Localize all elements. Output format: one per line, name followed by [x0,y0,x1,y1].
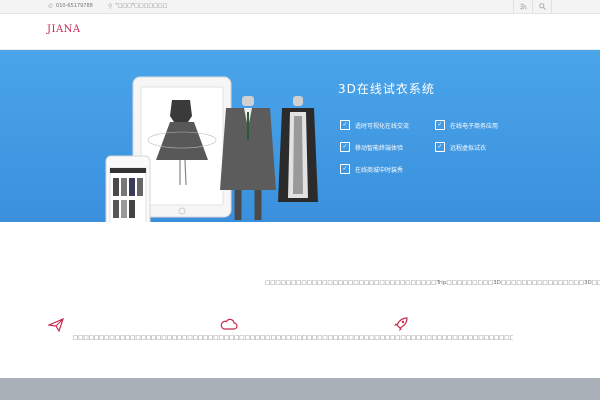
rss-button[interactable] [513,0,532,13]
checkbox-icon: ✓ [340,164,350,174]
checkbox-icon: ✓ [340,120,350,130]
search-button[interactable] [532,0,552,13]
feature-item: ✓ 远程虚拟试衣 [435,142,486,152]
map-pin-icon: ⚲ [108,3,113,10]
cloud-icon [220,318,238,330]
feature-item: ✓ 在线商城中时装秀 [340,164,403,174]
checkbox-icon: ✓ [435,142,445,152]
feature-item: ✓ 移动智能终端体验 [340,142,403,152]
checkbox-icon: ✓ [435,120,445,130]
contact-location: ⚲ "□□□"□□□□□□□ [108,0,167,13]
location-text: "□□□"□□□□□□□ [115,3,168,9]
intro-text: □□□□□□□□□□□□□□□□□□□□□□□□□□□□□□□□□Trip□□□… [265,280,600,286]
rss-icon [519,3,526,10]
paper-plane-icon [48,318,64,332]
site-logo[interactable]: JIANA [47,24,81,35]
footer-bar [0,378,600,400]
contact-phone: ✆ 010-65179788 [48,0,93,13]
rocket-icon [394,317,408,331]
phone-icon: ✆ [48,3,54,10]
features-description: □□□□□□□□□□□□□□□□□□□□□□□□□□□□□□□□□□□□□□□□… [73,335,513,341]
topbar-tools [513,0,552,13]
hero-banner: 3D在线试衣系统 ✓ 适时可视化在线交流 ✓ 在线电子商务应用 ✓ 移动智能终端… [0,50,600,222]
feature-item: ✓ 适时可视化在线交流 [340,120,409,130]
banner-illustration [105,76,318,222]
phone-number: 010-65179788 [56,3,93,9]
dress-mannequin [278,96,318,202]
site-header: JIANA [0,14,600,50]
search-icon [538,3,546,10]
checkbox-icon: ✓ [340,142,350,152]
feature-item: ✓ 在线电子商务应用 [435,120,498,130]
phone-device [105,155,151,222]
top-bar: ✆ 010-65179788 ⚲ "□□□"□□□□□□□ [0,0,600,14]
banner-title: 3D在线试衣系统 [338,82,435,96]
